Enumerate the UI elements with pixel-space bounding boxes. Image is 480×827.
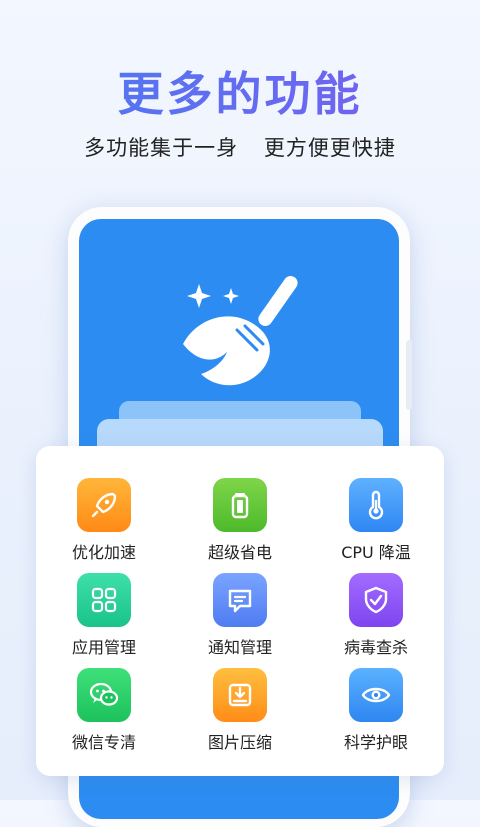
feature-optimize-speed[interactable]: 优化加速 [36, 478, 172, 573]
message-icon [213, 573, 267, 627]
feature-image-compress[interactable]: 图片压缩 [172, 668, 308, 763]
battery-icon [213, 478, 267, 532]
feature-app-manage[interactable]: 应用管理 [36, 573, 172, 668]
feature-cpu-cooling[interactable]: CPU 降温 [308, 478, 444, 573]
feature-eye-care[interactable]: 科学护眼 [308, 668, 444, 763]
feature-virus-scan[interactable]: 病毒查杀 [308, 573, 444, 668]
feature-wechat-clean[interactable]: 微信专清 [36, 668, 172, 763]
feature-label: 病毒查杀 [343, 638, 408, 657]
shield-check-icon [349, 573, 403, 627]
feature-grid: 优化加速 超级省电 CPU 降温 应用管理 通知管理 病毒查杀 微信专清 图片压… [36, 478, 444, 763]
feature-label: 超级省电 [207, 543, 272, 562]
feature-label: 优化加速 [71, 543, 136, 562]
feature-notification-manage[interactable]: 通知管理 [172, 573, 308, 668]
phone-side-button [406, 340, 412, 410]
feature-power-save[interactable]: 超级省电 [172, 478, 308, 573]
broom-clean-icon [179, 274, 309, 398]
grid-apps-icon [77, 573, 131, 627]
eye-icon [349, 668, 403, 722]
feature-label: 科学护眼 [343, 733, 408, 752]
wechat-icon [77, 668, 131, 722]
feature-panel: 优化加速 超级省电 CPU 降温 应用管理 通知管理 病毒查杀 微信专清 图片压… [36, 446, 444, 776]
page-subtitle: 多功能集于一身 更方便更快捷 [84, 136, 396, 160]
feature-label: 应用管理 [71, 638, 136, 657]
image-compress-icon [213, 668, 267, 722]
feature-label: CPU 降温 [341, 543, 411, 562]
feature-label: 通知管理 [207, 638, 272, 657]
rocket-icon [77, 478, 131, 532]
feature-label: 微信专清 [71, 733, 136, 752]
thermometer-icon [349, 478, 403, 532]
page-title: 更多的功能 [0, 58, 480, 124]
feature-label: 图片压缩 [207, 733, 272, 752]
